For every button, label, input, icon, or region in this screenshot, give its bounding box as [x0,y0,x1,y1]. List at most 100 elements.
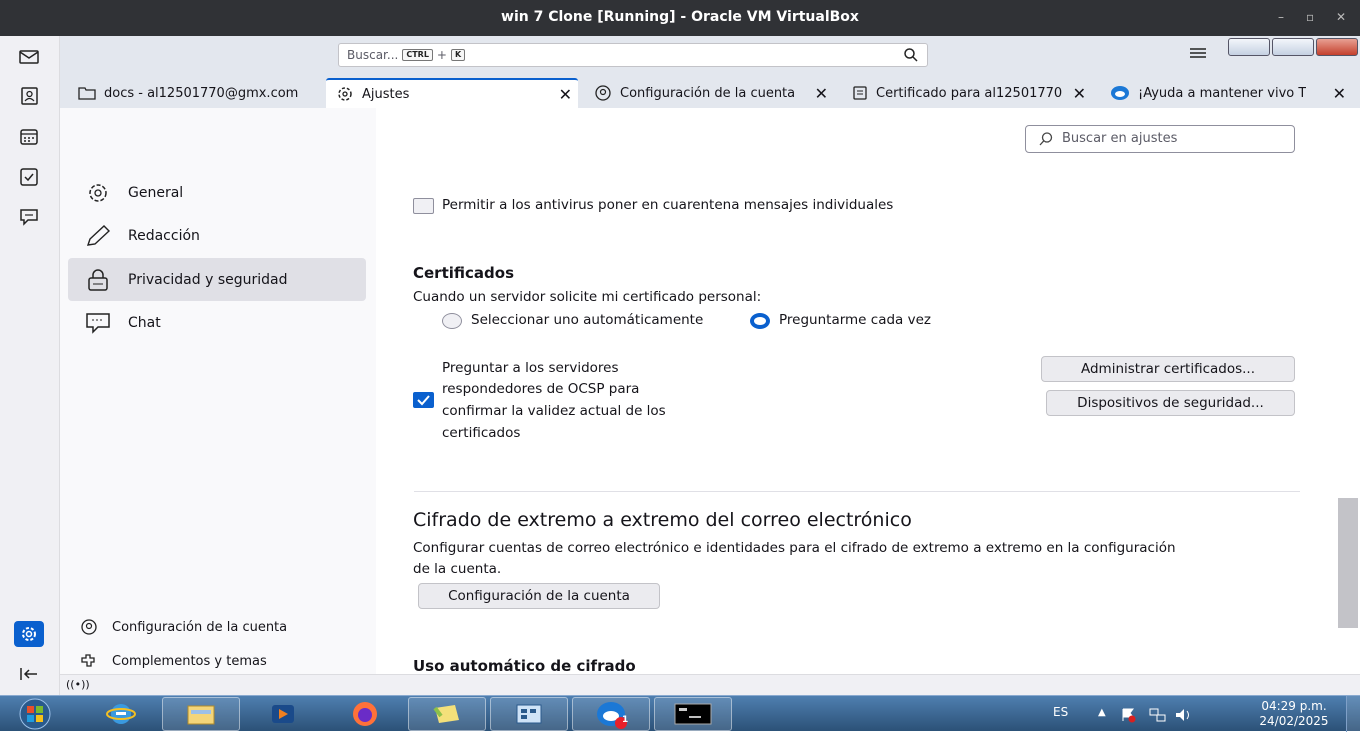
tab-docs[interactable]: docs - al12501770@gmx.com [68,78,324,108]
account-settings-button[interactable]: Configuración de la cuenta [418,583,660,609]
close-tab-icon[interactable]: ✕ [1073,84,1086,103]
calendar-icon [20,129,38,145]
tasks-space-button[interactable] [14,164,44,190]
language-indicator[interactable]: ES [1053,705,1068,719]
shortcut-plus: + [436,48,447,62]
ocsp-label-line: certificados [442,425,521,441]
clock[interactable]: 04:29 p.m. 24/02/2025 [1254,699,1334,729]
action-center-icon[interactable] [1120,707,1136,723]
radio-auto-select[interactable] [442,313,462,329]
ocsp-checkbox[interactable] [413,392,434,408]
sticky-notes-icon [433,705,459,723]
folder-icon [187,705,215,725]
footer-addons[interactable]: Complementos y temas [80,652,267,670]
certificates-heading: Certificados [413,264,514,282]
radio-ask-every-time[interactable] [750,313,770,329]
guest-minimize-button[interactable] [1228,38,1270,56]
unified-toolbar: Buscar... CTRL + K [60,36,1360,76]
gear-icon [22,627,36,641]
system-tray: ES ▲ 04:29 p.m. 24/02/2025 [1048,696,1338,732]
nav-redaccion[interactable]: Redacción [68,214,366,257]
footer-label: Configuración de la cuenta [112,619,288,635]
tab-ajustes[interactable]: Ajustes ✕ [326,78,578,108]
notification-badge: 1 [622,715,629,725]
folder-icon [78,87,96,100]
volume-icon[interactable] [1174,707,1194,723]
e2e-description-line: de la cuenta. [413,561,502,577]
e2e-description-line: Configurar cuentas de correo electrónico… [413,540,1176,556]
footer-account-settings[interactable]: Configuración de la cuenta [80,618,287,636]
guest-close-button[interactable] [1316,38,1358,56]
close-tab-icon[interactable]: ✕ [559,85,572,104]
minimize-icon[interactable]: – [1278,10,1284,24]
security-devices-button[interactable]: Dispositivos de seguridad... [1046,390,1295,416]
tab-label: ¡Ayuda a mantener vivo T [1138,85,1307,101]
scrollbar[interactable] [1338,108,1360,674]
chat-icon [86,312,110,334]
close-icon[interactable]: ✕ [1336,10,1346,24]
gear-icon [89,183,107,202]
taskbar-thunderbird-button[interactable]: 1 [572,697,650,731]
nav-general[interactable]: General [68,171,366,214]
taskbar-control-panel-button[interactable] [490,697,568,731]
start-button[interactable] [8,696,62,732]
manage-certificates-button[interactable]: Administrar certificados... [1041,356,1295,382]
ocsp-label-line: confirmar la validez actual de los [442,403,666,419]
tab-ayuda[interactable]: ¡Ayuda a mantener vivo T ✕ [1100,78,1352,108]
lock-icon [88,268,108,291]
settings-sidebar: General Redacción Privacidad y seguridad… [60,108,376,674]
taskbar-ie-button[interactable] [82,697,160,731]
antivirus-checkbox[interactable] [413,198,434,214]
host-window-title: win 7 Clone [Running] - Oracle VM Virtua… [501,9,859,25]
nav-chat[interactable]: Chat [68,301,366,344]
nav-privacidad[interactable]: Privacidad y seguridad [68,258,366,301]
account-icon [81,619,97,635]
control-panel-icon [516,704,542,724]
shortcut-key-ctrl: CTRL [402,49,433,61]
guest-restore-button[interactable] [1272,38,1314,56]
app-menu-icon[interactable] [1188,46,1208,60]
taskbar-cmd-button[interactable] [654,697,732,731]
nav-label: Redacción [128,227,200,244]
address-book-space-button[interactable] [14,83,44,109]
nav-label: General [128,184,184,201]
media-player-icon [272,705,294,723]
checkmark-icon [417,395,430,406]
tab-bar: docs - al12501770@gmx.com Ajustes ✕ Conf… [60,76,1360,108]
clock-date: 24/02/2025 [1259,714,1329,728]
close-tab-icon[interactable]: ✕ [815,84,828,103]
radio-auto-label: Seleccionar uno automáticamente [471,312,704,328]
taskbar-firefox-button[interactable] [326,697,404,731]
footer-label: Complementos y temas [112,653,267,669]
collapse-spaces-button[interactable] [14,661,44,687]
mail-space-button[interactable] [14,44,44,70]
tab-configuracion-cuenta[interactable]: Configuración de la cuenta ✕ [584,78,834,108]
taskbar-media-button[interactable] [244,697,322,731]
settings-space-button[interactable] [14,621,44,647]
close-tab-icon[interactable]: ✕ [1333,84,1346,103]
online-status-icon[interactable]: ((•)) [66,678,90,691]
chat-icon [20,209,38,226]
taskbar-sticky-button[interactable] [408,697,486,731]
host-titlebar: win 7 Clone [Running] - Oracle VM Virtua… [0,0,1360,36]
maximize-icon[interactable]: ▫ [1306,10,1314,24]
calendar-space-button[interactable] [14,124,44,150]
clock-time: 04:29 p.m. [1261,699,1327,713]
global-search-input[interactable]: Buscar... CTRL + K [338,43,928,67]
nav-label: Chat [128,314,161,331]
show-desktop-button[interactable] [1346,696,1360,732]
internet-explorer-icon [106,704,136,724]
scrollbar-thumb[interactable] [1338,498,1358,628]
tray-expand-icon[interactable]: ▲ [1098,707,1106,718]
settings-content: General Redacción Privacidad y seguridad… [60,108,1360,674]
tab-label: docs - al12501770@gmx.com [104,85,299,101]
firefox-icon [353,702,377,726]
network-icon[interactable] [1148,707,1168,723]
certificate-icon [853,86,867,100]
settings-search-input[interactable]: Buscar en ajustes [1025,125,1295,153]
thunderbird-icon [597,702,627,729]
search-icon [1039,132,1053,146]
chat-space-button[interactable] [14,204,44,230]
tab-certificado[interactable]: Certificado para al12501770 ✕ [842,78,1092,108]
taskbar-explorer-button[interactable] [162,697,240,731]
